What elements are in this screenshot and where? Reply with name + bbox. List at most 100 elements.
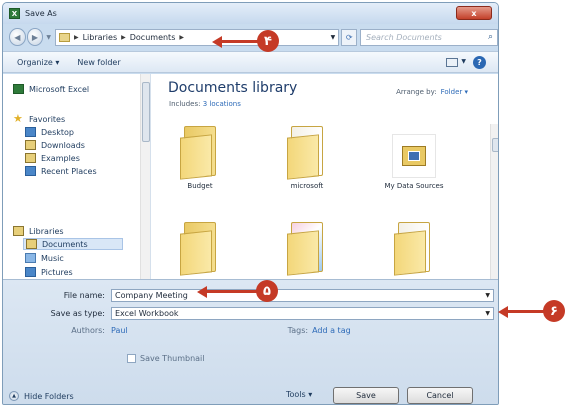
hide-folders-label: Hide Folders — [24, 391, 74, 401]
folder-icon — [285, 126, 329, 180]
callout-step-5: ۵ — [256, 280, 278, 302]
save-thumbnail-checkbox[interactable] — [127, 354, 136, 363]
sidebar-item-music[interactable]: Music — [25, 253, 64, 263]
title-bar: X Save As x — [3, 3, 498, 24]
recent-places-icon — [25, 166, 36, 176]
file-name-value: Company Meeting — [115, 291, 188, 300]
callout-step-4: ۴ — [257, 30, 279, 52]
forward-button[interactable]: ▶ — [26, 28, 44, 46]
file-list-pane: Documents library Includes: 3 locations … — [152, 74, 498, 279]
folder-tile-microsoft[interactable]: microsoft — [267, 126, 347, 190]
sidebar-item-label: Examples — [41, 153, 80, 163]
folder-label: My Data Sources — [384, 182, 444, 190]
sidebar-item-label: Downloads — [41, 140, 85, 150]
cancel-button[interactable]: Cancel — [407, 387, 473, 404]
authors-value[interactable]: Paul — [111, 326, 128, 335]
documents-icon — [26, 239, 37, 249]
save-thumbnail-label: Save Thumbnail — [140, 354, 205, 363]
sidebar-item-downloads[interactable]: Downloads — [25, 140, 85, 150]
metadata-row: Authors: Paul Tags: Add a tag — [3, 323, 498, 338]
back-button[interactable]: ◀ — [9, 28, 26, 46]
navigation-pane: Microsoft Excel ★ Favorites Desktop Down… — [3, 74, 151, 279]
excel-icon — [13, 84, 24, 94]
folder-label: microsoft — [290, 182, 324, 190]
chevron-down-icon[interactable]: ▼ — [485, 310, 490, 317]
change-view-icon[interactable] — [446, 58, 458, 67]
address-dropdown-icon[interactable]: ▼ — [331, 34, 336, 41]
sidebar-item-label: Microsoft Excel — [29, 84, 90, 94]
excel-app-icon: X — [9, 8, 20, 19]
sidebar-item-label: Favorites — [29, 114, 66, 124]
save-as-type-label: Save as type: — [50, 309, 105, 318]
sidebar-item-label: Music — [41, 253, 64, 263]
recent-pages-dropdown[interactable]: ▼ — [46, 34, 51, 41]
organize-button[interactable]: Organize ▾ — [17, 58, 59, 67]
new-folder-button[interactable]: New folder — [77, 58, 120, 67]
folder-icon — [178, 222, 222, 276]
arrange-by-dropdown[interactable]: Folder ▾ — [441, 88, 468, 96]
sidebar-item-label: Desktop — [41, 127, 74, 137]
hide-folders-button[interactable]: ▲ Hide Folders — [9, 391, 74, 401]
folder-tile-budget[interactable]: Budget — [160, 126, 240, 190]
tools-button[interactable]: Tools ▾ — [286, 390, 312, 399]
folder-icon — [178, 126, 222, 180]
sidebar-item-recent-places[interactable]: Recent Places — [25, 166, 97, 176]
chevron-down-icon[interactable]: ▼ — [485, 292, 490, 299]
sidebar-item-desktop[interactable]: Desktop — [25, 127, 74, 137]
scrollbar-thumb[interactable] — [492, 138, 498, 152]
file-name-field[interactable]: Company Meeting ▼ — [111, 289, 494, 302]
search-placeholder: Search Documents — [366, 32, 442, 42]
sidebar-item-examples[interactable]: Examples — [25, 153, 80, 163]
view-options-dropdown[interactable]: ▼ — [461, 58, 466, 65]
tags-label: Tags: — [287, 326, 309, 335]
sidebar-item-favorites[interactable]: ★ Favorites — [13, 112, 66, 125]
help-icon[interactable]: ? — [473, 56, 486, 69]
scrollbar-thumb[interactable] — [142, 82, 150, 142]
sidebar-item-label: Pictures — [41, 267, 73, 277]
folder-icon — [285, 222, 329, 276]
navigation-scrollbar[interactable] — [140, 74, 150, 279]
data-sources-icon — [392, 134, 436, 178]
breadcrumb-documents[interactable]: Documents — [130, 33, 176, 42]
sidebar-item-pictures[interactable]: Pictures — [25, 267, 73, 277]
save-button[interactable]: Save — [333, 387, 399, 404]
search-icon[interactable]: ⌕ — [488, 32, 493, 42]
save-as-type-select[interactable]: Excel Workbook ▼ — [111, 307, 494, 320]
downloads-icon — [25, 140, 36, 150]
folder-tile[interactable] — [267, 222, 347, 276]
breadcrumb-separator-icon[interactable]: ▶ — [121, 34, 126, 41]
breadcrumb-separator-icon[interactable]: ▶ — [179, 34, 184, 41]
close-button[interactable]: x — [456, 6, 492, 20]
command-bar: Organize ▾ New folder ▼ ? — [3, 51, 498, 73]
navigation-bar: ◀ ▶ ▼ ▶ Libraries ▶ Documents ▶ ▼ ⟳ Sear… — [3, 24, 498, 50]
browser-body: Microsoft Excel ★ Favorites Desktop Down… — [3, 74, 498, 279]
chevron-up-icon: ▲ — [9, 391, 19, 401]
window-title: Save As — [25, 9, 57, 18]
arrange-by-label: Arrange by: — [396, 88, 437, 96]
breadcrumb-separator-icon[interactable]: ▶ — [74, 34, 79, 41]
locations-link[interactable]: 3 locations — [203, 100, 241, 108]
search-input[interactable]: Search Documents ⌕ — [360, 28, 498, 46]
star-icon: ★ — [13, 112, 23, 125]
sidebar-item-microsoft-excel[interactable]: Microsoft Excel — [13, 84, 89, 94]
refresh-button[interactable]: ⟳ — [341, 28, 358, 46]
callout-step-6: ۶ — [543, 300, 565, 322]
folder-tile-my-data-sources[interactable]: My Data Sources — [374, 126, 454, 190]
breadcrumb-libraries[interactable]: Libraries — [83, 33, 118, 42]
folder-icon — [58, 32, 70, 42]
address-bar[interactable]: ▶ Libraries ▶ Documents ▶ ▼ — [54, 28, 340, 46]
sidebar-item-documents[interactable]: Documents — [23, 238, 123, 250]
save-as-type-value: Excel Workbook — [115, 309, 179, 318]
folder-tile[interactable] — [160, 222, 240, 276]
file-list-scrollbar[interactable] — [490, 124, 498, 279]
folder-tile[interactable] — [374, 222, 454, 276]
library-title: Documents library — [168, 80, 298, 96]
folder-label: Budget — [187, 182, 213, 190]
folder-icon — [25, 153, 36, 163]
folder-icon — [392, 222, 436, 276]
tags-value[interactable]: Add a tag — [312, 326, 351, 335]
save-thumbnail-option[interactable]: Save Thumbnail — [127, 354, 205, 363]
libraries-icon — [13, 226, 24, 236]
sidebar-item-libraries[interactable]: Libraries — [13, 226, 64, 236]
pictures-icon — [25, 267, 36, 277]
